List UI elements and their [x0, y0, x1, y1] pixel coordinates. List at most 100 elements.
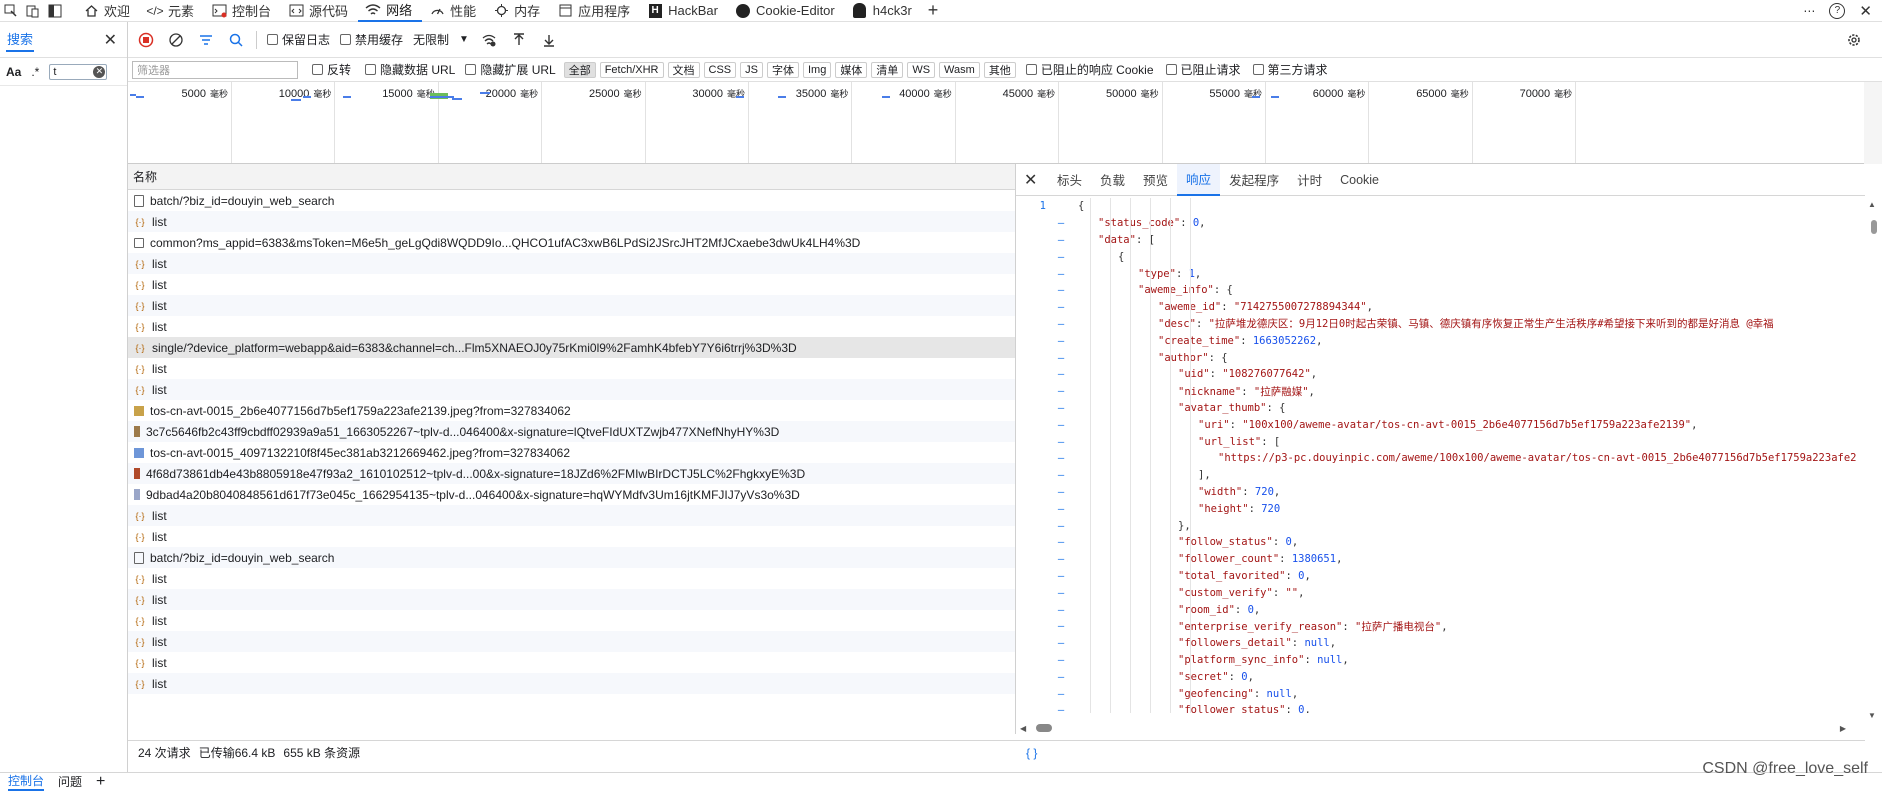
add-drawer-tab-icon[interactable]: + — [96, 773, 105, 791]
fold-marker[interactable]: – — [1054, 419, 1068, 431]
throttling-select[interactable]: 无限制 — [413, 31, 449, 48]
scroll-right-icon[interactable]: ▶ — [1840, 724, 1846, 733]
request-row[interactable]: 9dbad4a20b8040848561d617f73e045c_1662954… — [128, 484, 1015, 505]
request-row[interactable]: batch/?biz_id=douyin_web_search — [128, 547, 1015, 568]
drawer-tab-console[interactable]: 控制台 — [8, 772, 45, 791]
clear-search-icon[interactable]: ✕ — [93, 65, 106, 78]
fold-marker[interactable]: – — [1054, 469, 1068, 481]
details-tab[interactable]: 发起程序 — [1220, 164, 1288, 196]
invert-checkbox[interactable]: 反转 — [312, 61, 351, 78]
type-filter-chip[interactable]: Img — [802, 61, 832, 78]
details-tab[interactable]: 标头 — [1048, 164, 1091, 196]
fold-marker[interactable]: – — [1054, 268, 1068, 280]
details-tab[interactable]: 响应 — [1177, 163, 1221, 196]
fold-marker[interactable]: – — [1054, 688, 1068, 700]
network-conditions-icon[interactable] — [479, 30, 499, 50]
preserve-log-checkbox[interactable]: 保留日志 — [267, 31, 330, 48]
details-tab[interactable]: 计时 — [1288, 164, 1331, 196]
tab-performance[interactable]: 性能 — [422, 0, 486, 22]
name-column-header[interactable]: 名称 — [128, 164, 1015, 190]
request-row[interactable]: {·} list — [128, 673, 1015, 694]
tab-h4ck3r[interactable]: h4ck3r — [845, 0, 922, 22]
timeline-scrollbar[interactable] — [1864, 82, 1882, 164]
request-row[interactable]: batch/?biz_id=douyin_web_search — [128, 190, 1015, 211]
fold-marker[interactable]: – — [1054, 604, 1068, 616]
request-row[interactable]: {·} list — [128, 526, 1015, 547]
tab-elements[interactable]: </> 元素 — [140, 0, 204, 22]
request-row[interactable]: {·} list — [128, 589, 1015, 610]
request-row[interactable]: {·} list — [128, 211, 1015, 232]
type-filter-chip[interactable]: 文档 — [667, 61, 700, 78]
fold-marker[interactable]: – — [1054, 368, 1068, 380]
record-icon[interactable] — [136, 30, 156, 50]
request-row[interactable]: {·} list — [128, 316, 1015, 337]
type-filter-chip[interactable]: CSS — [703, 61, 737, 78]
type-filter-chip[interactable]: Wasm — [939, 61, 980, 78]
fold-marker[interactable]: – — [1054, 637, 1068, 649]
request-row[interactable]: {·} list — [128, 631, 1015, 652]
request-row[interactable]: 3c7c5646fb2c43ff9cbdff02939a9a51_1663052… — [128, 421, 1015, 442]
type-filter-chip[interactable]: 清单 — [871, 61, 904, 78]
details-tab[interactable]: Cookie — [1331, 164, 1388, 196]
tab-memory[interactable]: 内存 — [486, 0, 550, 22]
fold-marker[interactable]: – — [1054, 402, 1068, 414]
fold-marker[interactable]: – — [1054, 570, 1068, 582]
close-details-icon[interactable]: ✕ — [1024, 170, 1048, 190]
type-filter-chip[interactable]: 媒体 — [835, 61, 868, 78]
scroll-up-icon[interactable]: ▲ — [1868, 200, 1876, 209]
request-row[interactable]: common?ms_appid=6383&msToken=M6e5h_geLgQ… — [128, 232, 1015, 253]
fold-marker[interactable]: – — [1054, 671, 1068, 683]
disable-cache-checkbox[interactable]: 禁用缓存 — [340, 31, 403, 48]
request-row[interactable]: {·} list — [128, 295, 1015, 316]
request-row[interactable]: {·} single/?device_platform=webapp&aid=63… — [128, 337, 1015, 358]
blocked-requests-checkbox[interactable]: 已阻止请求 — [1165, 61, 1241, 78]
request-row[interactable]: {·} list — [128, 505, 1015, 526]
fold-marker[interactable]: – — [1054, 620, 1068, 632]
fold-marker[interactable]: – — [1054, 587, 1068, 599]
type-filter-chip[interactable]: 其他 — [983, 61, 1016, 78]
filter-icon[interactable] — [196, 30, 216, 50]
more-options-icon[interactable]: ⋯ — [1803, 4, 1815, 18]
fold-marker[interactable]: – — [1054, 352, 1068, 364]
fold-marker[interactable]: – — [1054, 704, 1068, 713]
scroll-down-icon[interactable]: ▼ — [1868, 711, 1876, 720]
fold-marker[interactable]: – — [1054, 520, 1068, 532]
request-row[interactable]: {·} list — [128, 274, 1015, 295]
hide-extension-urls-checkbox[interactable]: 隐藏扩展 URL — [465, 61, 556, 78]
request-row[interactable]: tos-cn-avt-0015_4097132210f8f45ec381ab32… — [128, 442, 1015, 463]
fold-marker[interactable]: – — [1054, 536, 1068, 548]
type-filter-chip[interactable]: JS — [740, 61, 763, 78]
clear-icon[interactable] — [166, 30, 186, 50]
filter-input[interactable]: 筛选器 — [132, 60, 298, 79]
match-case-toggle[interactable]: Aa — [6, 65, 21, 79]
type-filter-chip[interactable]: WS — [907, 61, 936, 78]
scroll-left-icon[interactable]: ◀ — [1020, 724, 1026, 733]
download-icon[interactable] — [539, 30, 559, 50]
details-tab[interactable]: 预览 — [1134, 164, 1177, 196]
toggle-sidebar-icon[interactable] — [44, 0, 66, 22]
response-horizontal-scrollbar[interactable]: ◀ ▶ — [1020, 722, 1846, 734]
fold-marker[interactable]: – — [1054, 335, 1068, 347]
scrollbar-thumb[interactable] — [1871, 220, 1877, 234]
request-row[interactable]: {·} list — [128, 358, 1015, 379]
tab-hackbar[interactable]: H HackBar — [640, 0, 728, 22]
fold-marker[interactable]: – — [1054, 436, 1068, 448]
hide-data-urls-checkbox[interactable]: 隐藏数据 URL — [365, 61, 455, 78]
network-timeline[interactable]: 5000 毫秒 10000 毫秒 15000 毫秒 20000 毫秒 25000 毫秒 30000 毫… — [128, 82, 1865, 164]
request-row[interactable]: {·} list — [128, 652, 1015, 673]
regex-toggle[interactable]: .* — [31, 65, 39, 79]
add-tab-icon[interactable]: + — [922, 0, 949, 22]
fold-marker[interactable]: – — [1054, 284, 1068, 296]
fold-marker[interactable]: – — [1054, 385, 1068, 397]
tab-application[interactable]: 应用程序 — [550, 0, 640, 22]
device-toolbar-icon[interactable] — [22, 0, 44, 22]
tab-cookie[interactable]: Cookie-Editor — [728, 0, 845, 22]
request-row[interactable]: {·} list — [128, 253, 1015, 274]
close-devtools-icon[interactable]: ✕ — [1859, 2, 1872, 20]
chevron-down-icon[interactable]: ▼ — [459, 34, 469, 45]
fold-marker[interactable]: – — [1054, 452, 1068, 464]
response-scrollbar[interactable]: ▲ ▼ — [1865, 200, 1882, 720]
tab-wifi[interactable]: 网络 — [358, 0, 423, 22]
fold-marker[interactable]: – — [1054, 318, 1068, 330]
fold-marker[interactable]: – — [1054, 217, 1068, 229]
